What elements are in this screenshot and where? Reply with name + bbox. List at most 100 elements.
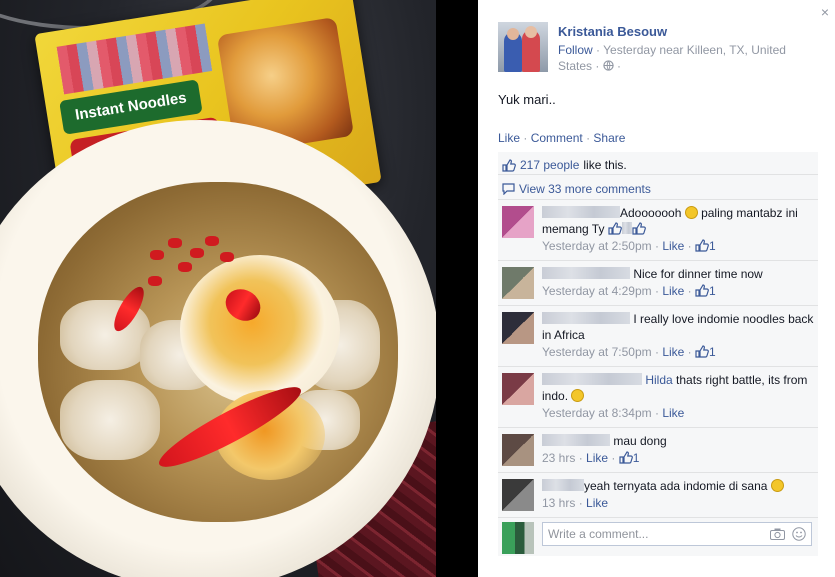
comment-like-link[interactable]: Like: [662, 284, 684, 298]
comment-body: I really love indomie noodles back in Af…: [542, 311, 814, 343]
comment-item: I really love indomie noodles back in Af…: [498, 306, 818, 367]
comment-time[interactable]: 13 hrs: [542, 496, 575, 510]
viewer-avatar: [502, 522, 534, 554]
feedback-box: 217 people like this. View 33 more comme…: [498, 152, 818, 556]
commenter-name-blurred[interactable]: [542, 267, 630, 279]
grin-emoji-icon: [770, 479, 784, 492]
author-avatar[interactable]: [498, 22, 548, 72]
comment-body: yeah ternyata ada indomie di sana: [542, 478, 814, 494]
comment-likes-count[interactable]: 1: [709, 284, 716, 298]
comment-likes-count[interactable]: 1: [633, 451, 640, 465]
chili-flake: [205, 236, 219, 246]
comment-item: Nice for dinner time now Yesterday at 4:…: [498, 261, 818, 306]
comment-text: yeah ternyata ada indomie di sana: [584, 479, 771, 493]
post-photo[interactable]: Instant Noodles Chicken Curry: [0, 0, 478, 577]
comment-meta: Yesterday at 2:50pm · Like · 1: [542, 239, 716, 253]
comment-body: mau dong: [542, 433, 814, 449]
write-comment-row: [498, 518, 818, 556]
comment-input[interactable]: [543, 523, 763, 545]
write-comment-box[interactable]: [542, 522, 812, 546]
comment-body: Hilda thats right battle, its from indo.: [542, 372, 814, 404]
globe-icon[interactable]: [603, 60, 614, 71]
comment-like-link[interactable]: Like: [662, 239, 684, 253]
view-more-comments[interactable]: View 33 more comments: [498, 175, 818, 200]
comment-time[interactable]: Yesterday at 4:29pm: [542, 284, 652, 298]
comment-bubble-icon: [502, 183, 515, 195]
chili-flake: [220, 252, 234, 262]
chili-flake: [168, 238, 182, 248]
pensive-emoji-icon: [684, 206, 698, 219]
comment-like-link[interactable]: Like: [662, 406, 684, 420]
emoji-picker-icon[interactable]: [792, 527, 806, 541]
comment-text: Adooooooh: [620, 206, 685, 220]
chili-flake: [190, 248, 204, 258]
comment-likes-count[interactable]: 1: [709, 345, 716, 359]
comment-like-link[interactable]: Like: [586, 451, 608, 465]
thumbs-up-emoticon-icon: [608, 222, 622, 235]
commenter-avatar[interactable]: [502, 479, 534, 511]
commenter-avatar[interactable]: [502, 434, 534, 466]
chili-flake: [178, 262, 192, 272]
like-link[interactable]: Like: [498, 131, 520, 145]
comment-item: yeah ternyata ada indomie di sana 13 hrs…: [498, 473, 818, 518]
author-name[interactable]: Kristania Besouw: [558, 24, 667, 39]
comment-like-link[interactable]: Like: [586, 496, 608, 510]
commenter-avatar[interactable]: [502, 312, 534, 344]
commenter-name-blurred[interactable]: [542, 312, 630, 324]
thumbs-up-emoticon-icon: [632, 222, 646, 235]
thumbs-up-icon: [695, 284, 709, 297]
tagged-name-link[interactable]: Hilda: [645, 373, 672, 387]
comment-meta: Yesterday at 7:50pm · Like · 1: [542, 345, 716, 359]
comment-time[interactable]: Yesterday at 7:50pm: [542, 345, 652, 359]
smile-emoji-icon: [571, 389, 585, 402]
thumbs-up-icon: [695, 239, 709, 252]
post-side-panel: × Kristania Besouw Follow · Yesterday ne…: [478, 0, 835, 577]
likes-summary: 217 people like this.: [498, 152, 818, 175]
commenter-avatar[interactable]: [502, 206, 534, 238]
post-actions: Like · Comment · Share: [498, 131, 625, 145]
comment-time[interactable]: Yesterday at 8:34pm: [542, 406, 652, 420]
comment-time[interactable]: Yesterday at 2:50pm: [542, 239, 652, 253]
comment-likes-count[interactable]: 1: [709, 239, 716, 253]
comment-meta: Yesterday at 8:34pm · Like: [542, 406, 685, 420]
post-meta: Follow · Yesterday near Killeen, TX, Uni…: [558, 42, 803, 74]
follow-link[interactable]: Follow: [558, 43, 593, 57]
commenter-name-blurred[interactable]: [542, 373, 642, 385]
camera-icon[interactable]: [770, 528, 785, 540]
share-link[interactable]: Share: [593, 131, 625, 145]
thumbs-up-icon: [695, 345, 709, 358]
post-meta-text: · Yesterday near Killeen, TX, United Sta…: [558, 43, 786, 73]
commenter-avatar[interactable]: [502, 373, 534, 405]
comment-meta: Yesterday at 4:29pm · Like · 1: [542, 284, 716, 298]
comment-item: Hilda thats right battle, its from indo.…: [498, 367, 818, 428]
post-meta-tail: ·: [613, 59, 622, 73]
thumbs-up-icon: [619, 451, 633, 464]
comment-meta: 23 hrs · Like · 1: [542, 451, 640, 465]
view-more-label[interactable]: View 33 more comments: [519, 182, 651, 196]
photo-image: Instant Noodles Chicken Curry: [0, 0, 436, 577]
commenter-avatar[interactable]: [502, 267, 534, 299]
commenter-name-blurred[interactable]: [542, 434, 610, 446]
egg: [180, 255, 340, 405]
commenter-name-blurred[interactable]: [542, 206, 620, 218]
commenter-name-blurred[interactable]: [542, 479, 584, 491]
chicken-piece: [60, 380, 160, 460]
comment-body: Nice for dinner time now: [542, 266, 814, 282]
separator: ·: [523, 131, 528, 145]
separator: ·: [586, 131, 591, 145]
comment-body: Adooooooh paling mantabz ini memang Ty: [542, 205, 814, 237]
likes-count-link[interactable]: 217 people: [520, 158, 579, 172]
comment-link[interactable]: Comment: [531, 131, 583, 145]
likes-suffix: like this.: [583, 158, 627, 172]
blurred-emoticon: [621, 222, 632, 234]
chili-flake: [148, 276, 162, 286]
comment-text: mau dong: [610, 434, 667, 448]
thumbs-up-icon: [502, 158, 516, 172]
comment-like-link[interactable]: Like: [662, 345, 684, 359]
comment-item: mau dong 23 hrs · Like · 1: [498, 428, 818, 473]
chili-flake: [150, 250, 164, 260]
post-text: Yuk mari..: [498, 92, 556, 107]
comment-meta: 13 hrs · Like: [542, 496, 609, 510]
comment-time[interactable]: 23 hrs: [542, 451, 575, 465]
close-icon[interactable]: ×: [821, 4, 829, 20]
